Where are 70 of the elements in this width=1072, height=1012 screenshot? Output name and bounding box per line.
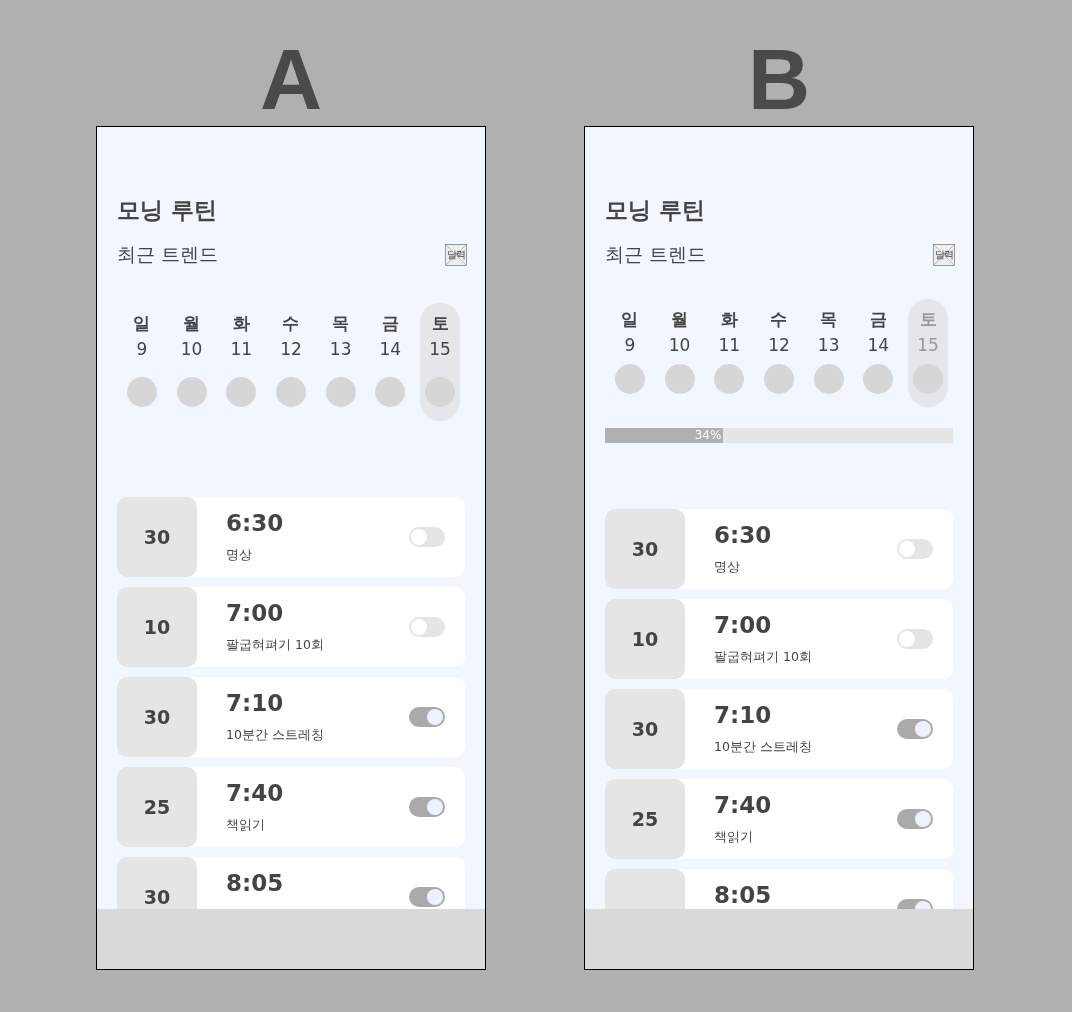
duration-badge: 25: [605, 779, 685, 859]
day-dot-icon: [226, 377, 257, 407]
toggle-switch[interactable]: [409, 797, 445, 817]
duration-badge: 10: [605, 599, 685, 679]
day-item[interactable]: 수 12: [266, 303, 316, 421]
day-item[interactable]: 목 13: [803, 299, 854, 407]
duration-badge: 30: [117, 677, 197, 757]
variant-label: A: [259, 36, 323, 126]
routine-name: 10분간 스트레칭: [226, 727, 324, 743]
routine-time: 7:00: [714, 613, 772, 637]
day-dot-icon: [126, 377, 157, 407]
toggle-switch[interactable]: [897, 629, 933, 649]
routine-name: 팔굽혀펴기 10회: [714, 649, 812, 665]
routine-time: 7:40: [226, 781, 284, 805]
routine-time: 7:00: [226, 601, 284, 625]
progress-reading: 34%: [694, 428, 723, 443]
day-item[interactable]: 목 13: [315, 303, 366, 421]
toggle-switch[interactable]: [409, 617, 445, 637]
section-subtitle: 최근 트렌드: [117, 242, 219, 267]
calendar-button[interactable]: 달력: [445, 244, 467, 266]
toggle-switch[interactable]: [897, 719, 933, 739]
routine-name: 10분간 스트레칭: [714, 739, 812, 755]
day-item[interactable]: 화 11: [216, 303, 267, 421]
routine-time: 7:10: [714, 703, 772, 727]
duration-badge: 30: [605, 509, 685, 589]
routine-name: 팔굽혀펴기 10회: [226, 637, 324, 653]
routine-time: 6:30: [714, 523, 772, 547]
day-item[interactable]: 월 10: [166, 303, 217, 421]
day-dot-icon: [325, 377, 356, 407]
duration-badge: 10: [117, 587, 197, 667]
day-item[interactable]: 화 11: [704, 299, 755, 407]
calendar-button[interactable]: 달력: [933, 244, 955, 266]
day-dot-icon: [664, 364, 695, 394]
routine-time: 6:30: [226, 511, 284, 535]
routine-name: 책읽기: [226, 817, 265, 833]
routine-name: 명상: [714, 559, 740, 575]
day-item[interactable]: 금 14: [365, 303, 416, 421]
day-dot-icon: [714, 364, 745, 394]
day-item[interactable]: 월 10: [654, 299, 705, 407]
duration-badge: 30: [117, 857, 197, 909]
day-dot-icon: [375, 377, 406, 407]
day-item[interactable]: 수 12: [754, 299, 804, 407]
day-dot-icon: [863, 364, 894, 394]
day-dot-icon: [763, 364, 794, 394]
day-dot-icon: [614, 364, 645, 394]
section-subtitle: 최근 트렌드: [605, 242, 707, 267]
toggle-switch[interactable]: [409, 887, 445, 907]
day-dot-icon: [176, 377, 207, 407]
screen-title: 모닝 루틴: [605, 196, 706, 225]
day-dot-icon: [275, 377, 306, 407]
routine-time: 7:10: [226, 691, 284, 715]
duration-badge: 25: [117, 767, 197, 847]
routine-time: 7:40: [714, 793, 772, 817]
routine-name: 책읽기: [714, 829, 753, 845]
routine-name: 명상: [226, 547, 252, 563]
routine-time: 8:05: [226, 871, 284, 895]
toggle-switch[interactable]: [409, 707, 445, 727]
day-item[interactable]: 토 15: [420, 303, 460, 421]
day-item[interactable]: 일 9: [117, 303, 167, 421]
toggle-switch[interactable]: [409, 527, 445, 547]
duration-badge: 30: [117, 497, 197, 577]
day-dot-icon: [813, 364, 844, 394]
screen-title: 모닝 루틴: [117, 196, 218, 225]
variant-label: B: [747, 36, 811, 126]
routine-time: 8:05: [714, 883, 772, 907]
toggle-switch[interactable]: [897, 539, 933, 559]
toggle-switch[interactable]: [897, 809, 933, 829]
day-item[interactable]: 금 14: [853, 299, 904, 407]
day-item[interactable]: 일 9: [605, 299, 655, 407]
duration-badge: 30: [605, 689, 685, 769]
